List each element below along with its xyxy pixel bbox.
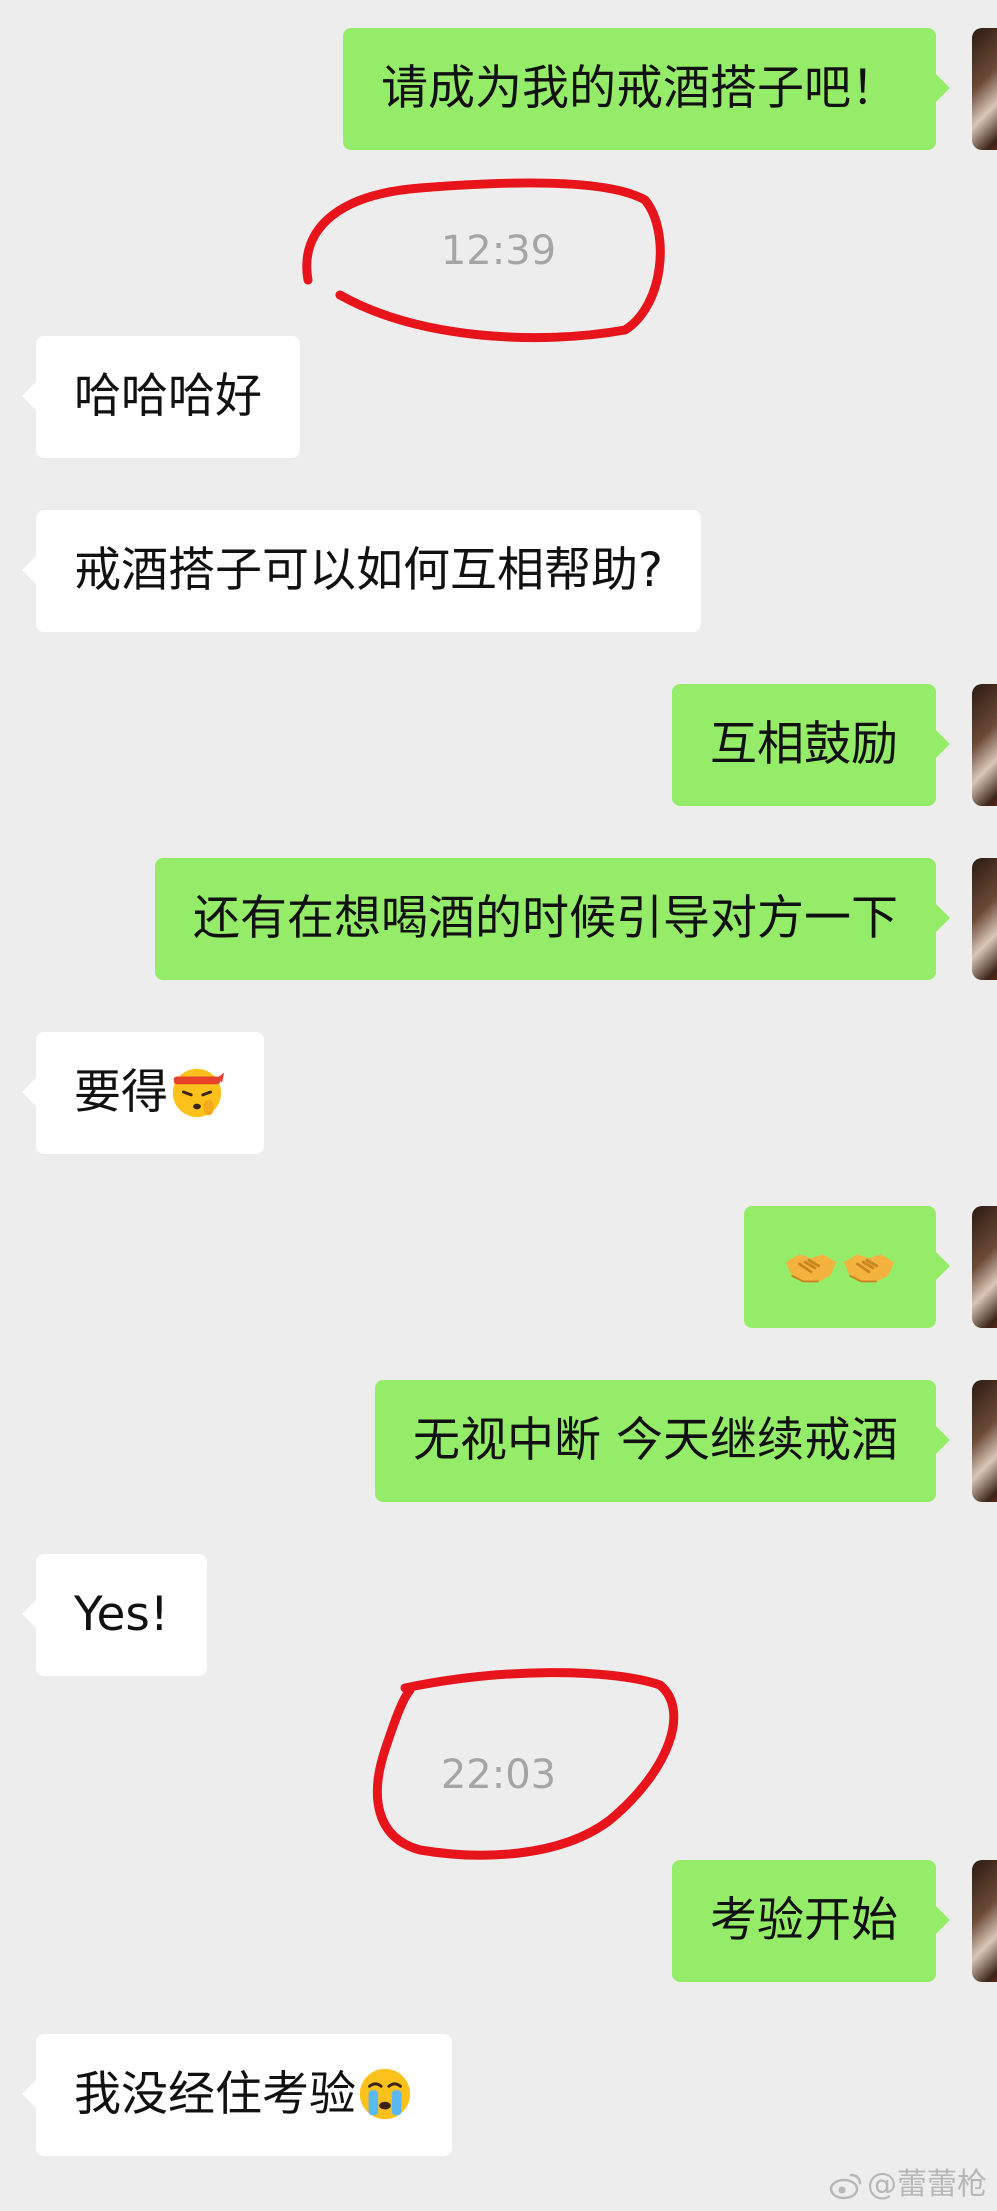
- message-bubble-received[interactable]: 要得: [22, 1032, 264, 1154]
- watermark: @蕾蕾枪: [829, 2159, 987, 2203]
- my-avatar[interactable]: [972, 28, 997, 150]
- message-text: 要得: [74, 1065, 168, 1120]
- weibo-icon: [829, 2173, 862, 2199]
- message-bubble-received[interactable]: 我没经住考验: [22, 2034, 452, 2156]
- saluting-headband-face-icon: [172, 1068, 225, 1117]
- my-avatar[interactable]: [972, 1860, 997, 1982]
- message-bubble-sent[interactable]: 考验开始: [672, 1860, 950, 1982]
- message-text: 戒酒搭子可以如何互相帮助?: [74, 543, 663, 598]
- message-text: Yes!: [74, 1587, 169, 1642]
- message-text: 哈哈哈好: [74, 369, 262, 424]
- message-bubble-received[interactable]: Yes!: [22, 1554, 207, 1676]
- message-text: 请成为我的戒酒搭子吧！: [381, 61, 898, 116]
- message-bubble-received[interactable]: 戒酒搭子可以如何互相帮助?: [22, 510, 701, 632]
- handshake-icon: [843, 1253, 895, 1282]
- message-bubble-sent[interactable]: 互相鼓励: [672, 684, 950, 806]
- timestamp: 12:39: [440, 228, 557, 274]
- my-avatar[interactable]: [972, 858, 997, 980]
- my-avatar[interactable]: [972, 684, 997, 806]
- crying-face-icon: [359, 2068, 411, 2119]
- my-avatar[interactable]: [972, 1206, 997, 1328]
- message-text: 考验开始: [710, 1893, 898, 1948]
- chat-view[interactable]: 请成为我的戒酒搭子吧！ 12:39 哈哈哈好 戒酒搭子可以如何互相帮助? 互相鼓…: [0, 0, 997, 2211]
- watermark-text: @蕾蕾枪: [867, 2167, 987, 2202]
- my-avatar[interactable]: [972, 1380, 997, 1502]
- handshake-icon: [785, 1253, 837, 1282]
- message-bubble-sent[interactable]: 无视中断 今天继续戒酒: [375, 1380, 950, 1502]
- message-bubble-sent[interactable]: [744, 1206, 950, 1328]
- message-text: 无视中断 今天继续戒酒: [413, 1413, 898, 1468]
- message-text: 还有在想喝酒的时候引导对方一下: [193, 891, 898, 946]
- message-text: 我没经住考验: [74, 2067, 356, 2122]
- message-bubble-sent[interactable]: 还有在想喝酒的时候引导对方一下: [155, 858, 950, 980]
- message-bubble-received[interactable]: 哈哈哈好: [22, 336, 300, 458]
- message-bubble-sent[interactable]: 请成为我的戒酒搭子吧！: [343, 28, 950, 150]
- message-text: 互相鼓励: [710, 717, 898, 772]
- timestamp: 22:03: [440, 1752, 557, 1798]
